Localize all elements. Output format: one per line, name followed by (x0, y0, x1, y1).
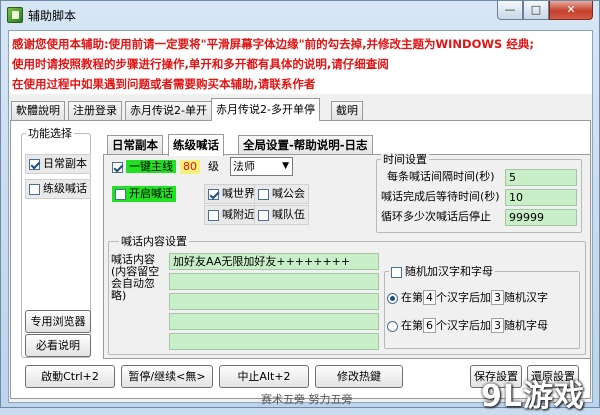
tab-extra[interactable]: 截明 (331, 101, 363, 120)
class-select[interactable]: 法师 ▼ (230, 157, 293, 176)
open-shout-checkbox-icon (115, 188, 126, 200)
random-opt1-m[interactable]: 3 (491, 290, 504, 305)
tab-multi-open[interactable]: 赤月传说2-多开单停 (211, 98, 320, 121)
one-key-mainline[interactable]: 一键主线 (112, 160, 176, 174)
shout-world[interactable]: 喊世界 (204, 184, 259, 204)
daily-checkbox-icon (29, 158, 40, 170)
open-shout-label: 开启喊话 (129, 187, 173, 200)
level-unit: 级 (208, 160, 219, 173)
notice-line-1: 感谢您使用本辅助:使用前请一定要将"平滑屏幕字体边缘"前的勾去掉,并修改主题为W… (12, 37, 534, 51)
title-bar[interactable]: 辅助脚本 — □ ✕ (1, 1, 599, 29)
footer-text: 赛术五旁 努力五旁 (261, 393, 353, 406)
watermark-logo: 9L游戏 (481, 379, 585, 414)
random-opt1-n[interactable]: 4 (423, 290, 436, 305)
browser-button[interactable]: 专用浏览器 (25, 310, 91, 333)
content-settings-title: 喊话内容设置 (119, 235, 189, 248)
content-line-5[interactable] (169, 333, 379, 350)
class-select-value: 法师 (233, 160, 255, 173)
inner-tab-global[interactable]: 全局设置-帮助说明-日志 (238, 135, 373, 155)
random-checkbox-icon (391, 266, 402, 278)
loop-input[interactable]: 99999 (505, 209, 577, 226)
one-key-checkbox-icon (112, 161, 123, 173)
content-label: 喊话内容(内容留空会自动忽略) (111, 253, 160, 302)
shout-nearby[interactable]: 喊附近 (204, 205, 259, 225)
radio-letters-icon (387, 320, 398, 332)
minimize-button[interactable]: — (497, 1, 523, 20)
tab-single-open[interactable]: 赤月传说2-单开 (125, 101, 212, 120)
wait-label: 喊话完成后等待时间(秒) (381, 190, 500, 203)
inner-tabs: 日常副本 练级喊话 全局设置-帮助说明-日志 (107, 134, 577, 156)
notice-line-3: 在使用过程中如果遇到问题或者需要购买本辅助,请联系作者 (12, 77, 316, 91)
random-opt1-mid: 个汉字后加 (436, 291, 491, 304)
inner-tab-shout[interactable]: 练级喊话 (168, 134, 224, 156)
function-select-title: 功能选择 (26, 127, 74, 140)
opt-daily-label: 日常副本 (43, 157, 87, 170)
inner-tab-daily[interactable]: 日常副本 (107, 135, 163, 155)
content-settings-group: 喊话内容设置 喊话内容(内容留空会自动忽略) 加好友AA无限加好友+++++++… (108, 235, 586, 355)
tab-software-info[interactable]: 軟體說明 (11, 101, 65, 120)
time-settings-title: 时间设置 (381, 153, 429, 166)
random-opt2-m[interactable]: 3 (491, 318, 504, 333)
radio-hanzi-icon (387, 292, 398, 304)
shout-guild[interactable]: 喊公会 (254, 184, 309, 204)
interval-input[interactable]: 5 (505, 169, 577, 186)
loop-label: 循环多少次喊话后停止 (381, 210, 491, 223)
multi-open-panel: 功能选择 日常副本 练级喊话 专用浏览器 必看说明 日常副本 练级喊话 全局设置… (10, 120, 591, 399)
shout-team-label: 喊队伍 (272, 208, 305, 221)
content-line-3[interactable] (169, 293, 379, 310)
window-controls: — □ ✕ (497, 1, 593, 21)
shout-team[interactable]: 喊队伍 (254, 205, 309, 225)
tab-register-login[interactable]: 注册登录 (68, 101, 122, 120)
opt-shout-label: 练级喊话 (43, 182, 87, 195)
interval-label: 每条喊话间隔时间(秒) (387, 170, 495, 183)
guild-checkbox-icon (258, 188, 269, 200)
stop-button[interactable]: 中止Alt+2 (219, 365, 309, 388)
random-opt1-post: 随机汉字 (504, 291, 548, 304)
open-shout[interactable]: 开启喊话 (112, 186, 176, 202)
random-opt2-mid: 个汉字后加 (436, 319, 491, 332)
random-opt-hanzi[interactable]: 在第 4 个汉字后加 3 随机汉字 (387, 290, 548, 305)
shout-guild-label: 喊公会 (272, 187, 305, 200)
chevron-down-icon: ▼ (282, 161, 289, 171)
client-area: 感谢您使用本辅助:使用前请一定要将"平滑屏幕字体边缘"前的勾去掉,并修改主题为W… (8, 30, 593, 403)
content-line-2[interactable] (169, 273, 379, 290)
team-checkbox-icon (258, 209, 269, 221)
random-opt1-pre: 在第 (401, 291, 423, 304)
random-checkbox[interactable]: 随机加汉字和字母 (389, 265, 495, 279)
shout-checkbox-icon (29, 183, 40, 195)
random-group: 随机加汉字和字母 在第 4 个汉字后加 3 随机汉字 在第 6 个汉字后加 3 随机字母 (384, 265, 580, 349)
content-line-4[interactable] (169, 313, 379, 330)
hotkey-button[interactable]: 修改热鍵 (315, 365, 403, 388)
time-settings-group: 时间设置 每条喊话间隔时间(秒) 5 喊话完成后等待时间(秒) 10 循环多少次… (376, 153, 582, 233)
window-title: 辅助脚本 (28, 9, 77, 23)
random-opt2-pre: 在第 (401, 319, 423, 332)
notice-panel: 感谢您使用本辅助:使用前请一定要将"平滑屏幕字体边缘"前的勾去掉,并修改主题为W… (9, 31, 592, 94)
random-opt2-n[interactable]: 6 (423, 318, 436, 333)
nearby-checkbox-icon (208, 209, 219, 221)
app-window: 辅助脚本 — □ ✕ 感谢您使用本辅助:使用前请一定要将"平滑屏幕字体边缘"前的… (0, 0, 600, 414)
notice-line-2: 使用时请按照教程的步骤进行操作,单开和多开都有具体的说明,请仔细查阅 (12, 57, 389, 71)
random-opt-letters[interactable]: 在第 6 个汉字后加 3 随机字母 (387, 318, 548, 333)
world-checkbox-icon (208, 188, 219, 200)
start-button[interactable]: 啟動Ctrl+2 (25, 365, 115, 388)
content-line-1[interactable]: 加好友AA无限加好友++++++++ (169, 253, 379, 270)
maximize-button[interactable]: □ (523, 1, 549, 20)
random-opt2-post: 随机字母 (504, 319, 548, 332)
one-key-label: 一键主线 (126, 160, 176, 173)
level-value[interactable]: 80 (180, 160, 200, 174)
must-read-button[interactable]: 必看说明 (25, 334, 91, 357)
app-icon (7, 7, 23, 23)
opt-level-shout[interactable]: 练级喊话 (25, 179, 91, 199)
shout-panel: 一键主线 80 级 法师 ▼ 开启喊话 喊世界 喊公会 喊附近 喊队伍 时间设置… (103, 153, 591, 359)
main-tabs: 軟體說明 注册登录 赤月传说2-单开 赤月传说2-多开单停 截明 (9, 98, 592, 121)
shout-nearby-label: 喊附近 (222, 208, 255, 221)
pause-button[interactable]: 暂停/继续<無> (121, 365, 213, 388)
opt-daily-dungeon[interactable]: 日常副本 (25, 154, 91, 174)
wait-input[interactable]: 10 (505, 189, 577, 206)
shout-world-label: 喊世界 (222, 187, 255, 200)
random-checkbox-label: 随机加汉字和字母 (405, 265, 493, 278)
close-button[interactable]: ✕ (549, 1, 593, 20)
